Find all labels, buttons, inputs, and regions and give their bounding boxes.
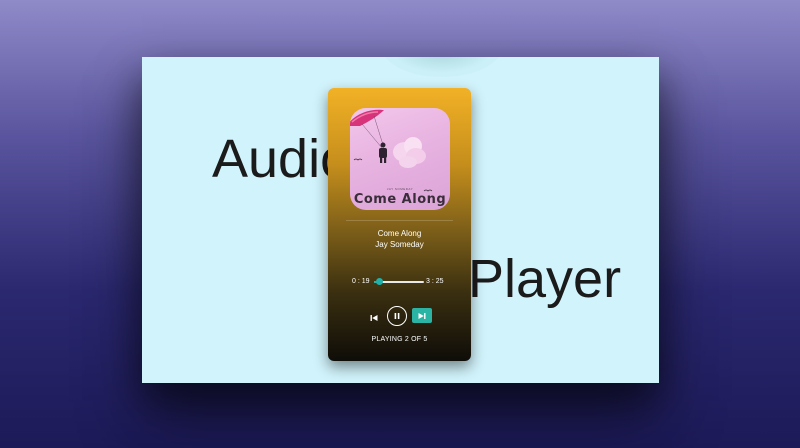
album-art: JAY SOMEDAY Come Along <box>350 108 450 210</box>
next-button[interactable] <box>412 308 432 323</box>
album-art-artist: JAY SOMEDAY <box>386 187 414 191</box>
track-artist: Jay Someday <box>375 240 424 249</box>
playback-status: PLAYING 2 OF 5 <box>371 336 428 343</box>
top-glow <box>382 57 502 77</box>
divider <box>346 220 453 221</box>
audio-player-card: JAY SOMEDAY Come Along Come Along Jay So… <box>328 88 471 361</box>
pause-icon <box>394 313 400 319</box>
progress-knob[interactable] <box>375 278 383 285</box>
progress-bar[interactable] <box>374 278 424 285</box>
page-canvas: Audio Player JAY SOMEDAY Come Along Come… <box>142 57 659 383</box>
skip-previous-icon <box>370 315 378 321</box>
previous-button[interactable] <box>368 312 380 324</box>
duration-time: 3 : 25 <box>426 278 444 285</box>
current-time: 0 : 19 <box>352 278 370 285</box>
heading-player: Player <box>468 249 622 309</box>
album-art-title: Come Along <box>353 192 447 207</box>
pause-button[interactable] <box>387 306 407 326</box>
skip-next-icon <box>418 312 426 319</box>
track-title: Come Along <box>377 229 422 238</box>
